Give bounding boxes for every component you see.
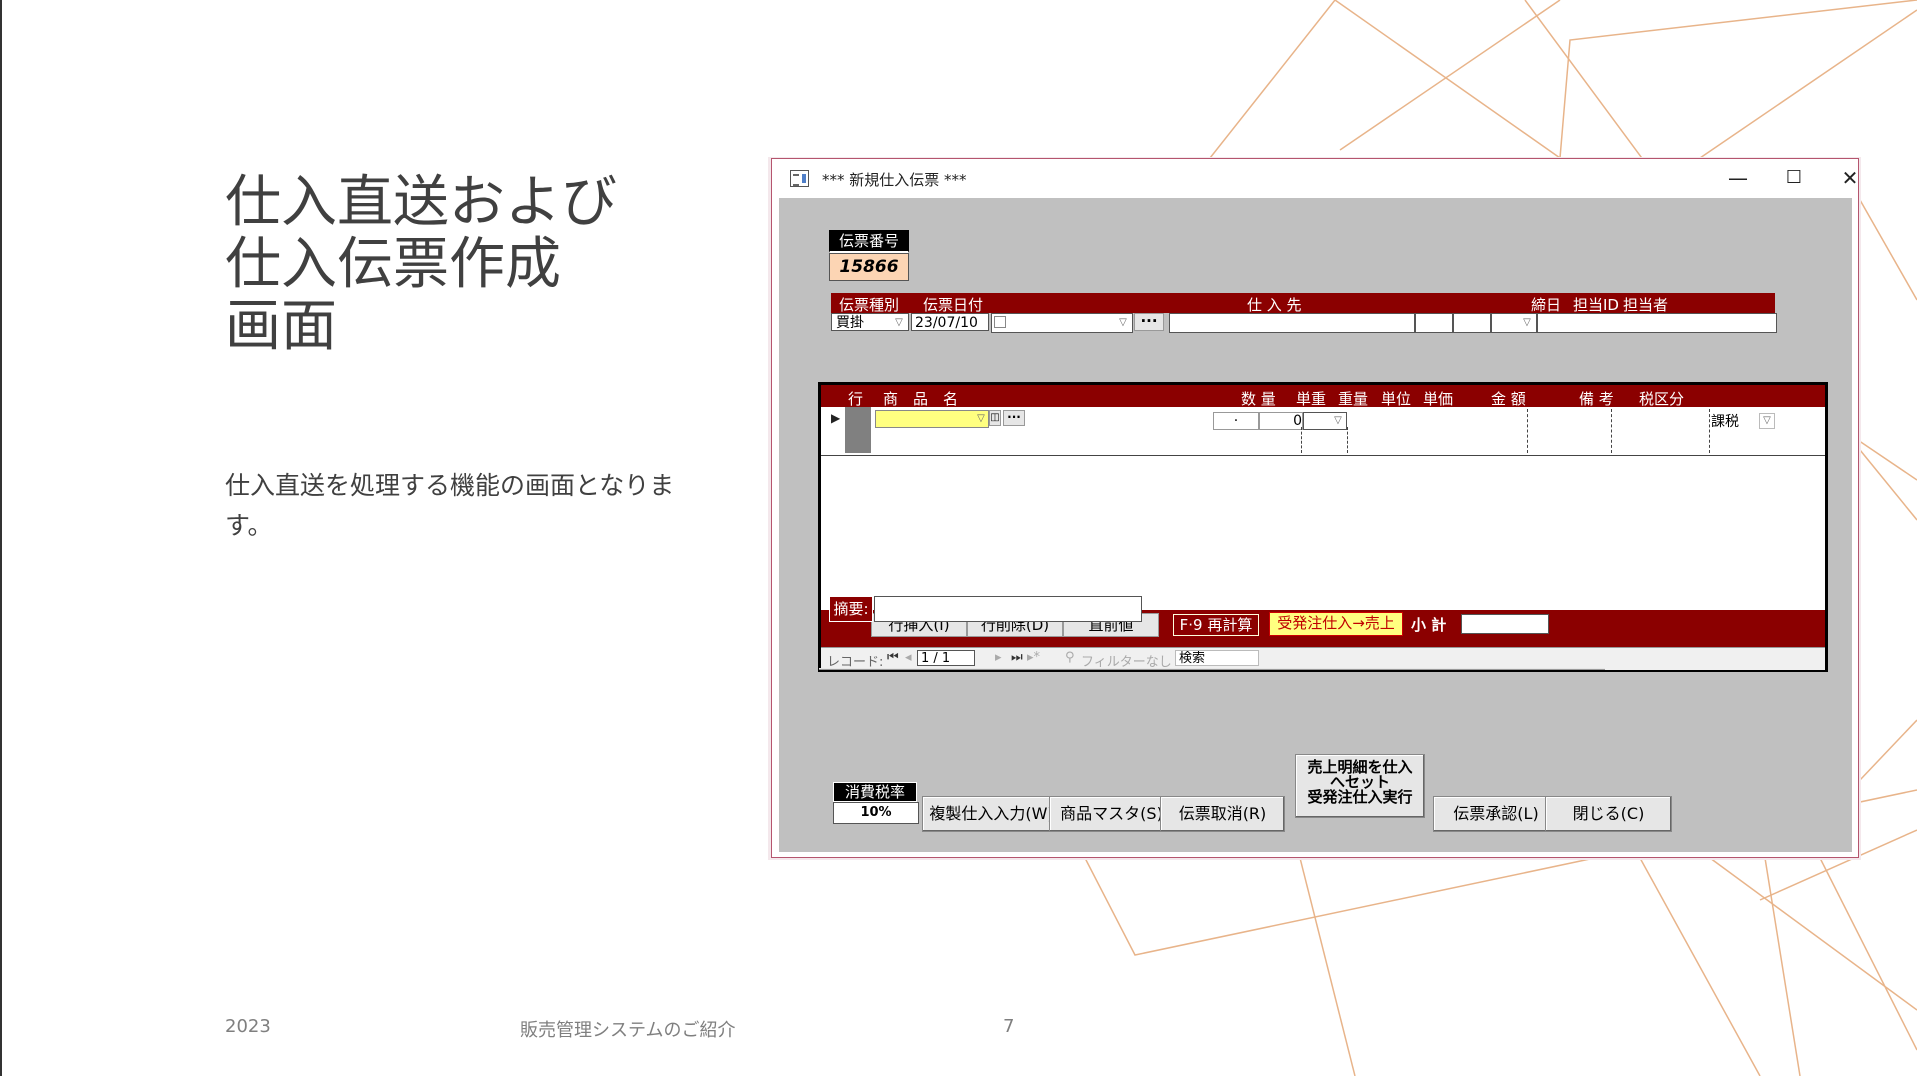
tax-rate-label: 消費税率 [833, 782, 917, 802]
slide-body-text: 仕入直送を処理する機能の画面となります。 [225, 471, 675, 540]
supplier-name-field[interactable] [1169, 313, 1415, 333]
prev-record-icon[interactable]: ◂ [905, 650, 912, 665]
minimize-button[interactable]: — [1710, 159, 1766, 197]
product-master-button[interactable]: 商品マスタ(S) [1049, 796, 1174, 832]
tax-rate-field[interactable]: 10% [833, 802, 919, 824]
set-sales-lines-line-3: 受発注仕入実行 [1307, 788, 1413, 806]
next-record-icon[interactable]: ▸ [995, 650, 1002, 665]
footer-year: 2023 [225, 1016, 271, 1037]
unit-select[interactable]: ▽ [1303, 412, 1347, 430]
chevron-down-icon[interactable]: ▽ [1116, 316, 1130, 330]
closing-day-field[interactable] [1415, 313, 1453, 333]
row-selector[interactable] [845, 407, 871, 453]
col-product-name: 商 品 名 [883, 390, 959, 408]
chevron-down-icon[interactable]: ▽ [892, 316, 906, 330]
search-input[interactable]: 検索 [1175, 650, 1259, 666]
col-weight: 重量 [1338, 390, 1369, 408]
product-name-combo[interactable]: ▽ [875, 410, 989, 428]
record-navigation-bar: レコード: ⏮ ◂ 1 / 1 ▸ ⏭ ▸* ⚲ フィルターなし 検索 [821, 647, 1825, 670]
closing-day-label: 締日 [1531, 296, 1562, 314]
summary-field[interactable] [874, 596, 1142, 622]
supplier-code-combo[interactable]: ▽ [991, 313, 1133, 333]
unit-weight-field[interactable]: · [1213, 412, 1259, 430]
last-record-icon[interactable]: ⏭ [1011, 650, 1023, 665]
divider [819, 668, 1605, 670]
close-window-button[interactable]: ✕ [1822, 159, 1878, 197]
form-body: 伝票番号 15866 伝票種別 伝票日付 仕 入 先 締日 担当ID 担当者 買… [779, 198, 1852, 852]
col-tax-type: 税区分 [1639, 390, 1685, 408]
subtotal-field [1461, 614, 1549, 634]
footer-page-number: 7 [1003, 1016, 1015, 1037]
access-form-window: *** 新規仕入伝票 *** — ☐ ✕ 伝票番号 15866 伝票種別 伝票日… [771, 158, 1859, 858]
staff-name-field[interactable] [1537, 313, 1777, 333]
chevron-down-icon[interactable]: ▽ [1520, 316, 1534, 330]
slip-type-select[interactable]: 買掛 ▽ [831, 313, 909, 331]
slip-type-value: 買掛 [836, 315, 864, 331]
copy-purchase-input-button[interactable]: 複製仕入入力(W) [922, 796, 1061, 832]
recalculate-button[interactable]: F·9 再計算 [1173, 614, 1259, 636]
weight-field[interactable]: 0 [1259, 412, 1303, 430]
calendar-icon[interactable] [994, 316, 1006, 328]
closing-day-field-2[interactable] [1453, 313, 1491, 333]
footer-title: 販売管理システムのご紹介 [520, 1020, 736, 1041]
record-selector-icon[interactable]: ▶ [831, 411, 840, 425]
col-line: 行 [848, 390, 864, 408]
staff-id-label: 担当ID [1573, 296, 1619, 314]
cancel-slip-button[interactable]: 伝票取消(R) [1160, 796, 1285, 832]
slide-title: 仕入直送および 仕入伝票作成 画面 [225, 172, 617, 358]
supplier-lookup-button[interactable]: ··· [1134, 313, 1164, 331]
supplier-label: 仕 入 先 [1247, 296, 1302, 314]
chevron-down-icon[interactable]: ▽ [1759, 413, 1775, 429]
slip-date-field[interactable]: 23/07/10 [911, 313, 989, 331]
form-icon [790, 170, 809, 187]
slip-type-label: 伝票種別 [839, 296, 900, 314]
summary-label: 摘要: [829, 596, 873, 622]
new-record-icon[interactable]: ▸* [1027, 650, 1040, 665]
col-unit-weight: 単重 [1296, 390, 1327, 408]
product-detail-icon[interactable]: ◫ [989, 410, 1001, 426]
slide-title-line-2: 仕入伝票作成 [225, 232, 561, 297]
col-amount: 金 額 [1491, 390, 1526, 408]
header-label-bar: 伝票種別 伝票日付 仕 入 先 締日 担当ID 担当者 [831, 293, 1775, 314]
close-form-button[interactable]: 閉じる(C) [1545, 796, 1672, 832]
staff-id-select[interactable]: ▽ [1491, 313, 1537, 333]
detail-header-bar: 行 商 品 名 数 量 単重 重量 単位 単価 金 額 備 考 税区分 [821, 385, 1825, 408]
col-unit: 単位 [1381, 390, 1412, 408]
detail-subform: 行 商 品 名 数 量 単重 重量 単位 単価 金 額 備 考 税区分 ▶ ▽ … [818, 382, 1828, 672]
record-position-field[interactable]: 1 / 1 [917, 650, 975, 666]
slip-number-label: 伝票番号 [829, 230, 909, 253]
first-record-icon[interactable]: ⏮ [887, 650, 899, 665]
chevron-down-icon[interactable]: ▽ [1331, 414, 1345, 428]
slip-number-field[interactable]: 15866 [829, 253, 909, 281]
chevron-down-icon[interactable]: ▽ [974, 412, 988, 426]
maximize-button[interactable]: ☐ [1766, 159, 1822, 197]
order-flow-button[interactable]: 受発注仕入→売上 [1269, 612, 1403, 636]
slip-date-label: 伝票日付 [923, 296, 984, 314]
col-quantity: 数 量 [1241, 390, 1276, 408]
col-remarks: 備 考 [1579, 390, 1614, 408]
subtotal-label: 小 計 [1411, 616, 1447, 634]
slide-title-line-3: 画面 [225, 294, 337, 359]
product-lookup-button[interactable]: ··· [1003, 410, 1025, 426]
set-sales-lines-button[interactable]: 売上明細を仕入 へセット 受発注仕入実行 [1295, 754, 1425, 818]
col-unit-price: 単価 [1423, 390, 1454, 408]
approve-slip-button[interactable]: 伝票承認(L) [1433, 796, 1559, 832]
tax-type-value[interactable]: 課税 [1711, 411, 1739, 431]
table-row[interactable]: ▶ ▽ ◫ ··· · 0 ▽ 課税 ▽ [821, 407, 1825, 456]
staff-name-label: 担当者 [1623, 296, 1669, 314]
window-title: *** 新規仕入伝票 *** [822, 171, 967, 189]
window-titlebar[interactable]: *** 新規仕入伝票 *** — ☐ ✕ [772, 159, 1858, 197]
slide-title-line-1: 仕入直送および [225, 170, 617, 235]
filter-icon[interactable]: ⚲ [1065, 650, 1075, 665]
